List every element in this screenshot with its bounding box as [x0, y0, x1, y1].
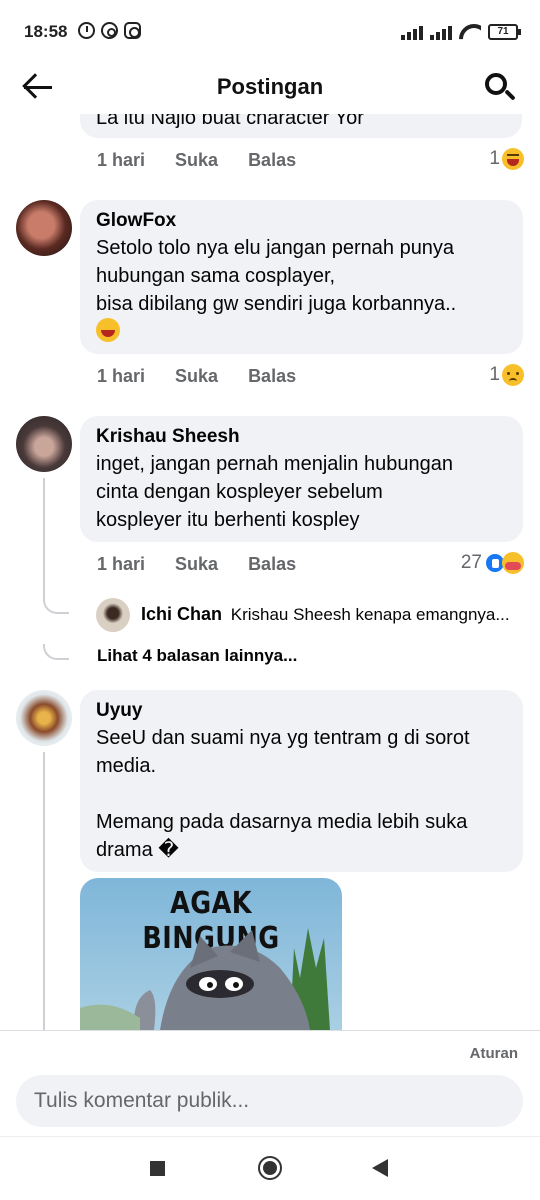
raccoon-illustration — [80, 928, 330, 1030]
avatar[interactable] — [16, 200, 72, 256]
instagram-icon — [124, 22, 141, 39]
comment-text: La itu Najio buat character Yor — [96, 114, 364, 129]
search-icon[interactable] — [484, 72, 516, 104]
comment-actions: 1 hari Suka Balas — [97, 554, 326, 575]
reply-button[interactable]: Balas — [248, 366, 296, 387]
system-nav-bar — [0, 1136, 540, 1200]
reply-button[interactable]: Balas — [248, 150, 296, 171]
meme-sticker-image[interactable]: AGAK BINGUNG — [80, 878, 342, 1030]
comment-time: 1 hari — [97, 554, 146, 574]
reply-avatar[interactable] — [96, 598, 130, 632]
comment-text: SeeU dan suami nya yg tentram g di sorot… — [96, 727, 470, 861]
like-button[interactable]: Suka — [175, 554, 218, 575]
reaction-summary[interactable]: 1 — [489, 148, 524, 170]
reply-button[interactable]: Balas — [248, 554, 296, 575]
commenter-name[interactable]: GlowFox — [96, 208, 507, 234]
reply-preview[interactable]: Ichi Chan Krishau Sheesh kenapa emangnya… — [141, 604, 510, 625]
reaction-count: 27 — [460, 552, 482, 573]
comment-time: 1 hari — [97, 150, 146, 170]
status-time: 18:58 — [24, 22, 68, 41]
rules-link[interactable]: Aturan — [470, 1045, 518, 1062]
comment-bubble[interactable]: Krishau Sheesh inget, jangan pernah menj… — [80, 416, 523, 542]
page-title: Postingan — [216, 74, 324, 99]
alarm-icon — [78, 22, 95, 39]
like-button[interactable]: Suka — [175, 150, 218, 171]
wifi-icon — [459, 24, 481, 40]
comment-text: inget, jangan pernah menjalin hubungan c… — [96, 453, 453, 531]
comment-text: Setolo tolo nya elu jangan pernah punya … — [96, 237, 457, 315]
reaction-summary[interactable]: 1 — [489, 364, 524, 386]
comments-feed[interactable]: La itu Najio buat character Yor 1 hari S… — [0, 114, 540, 1030]
home-icon[interactable] — [258, 1156, 282, 1180]
laughing-cat-emoji-icon — [96, 318, 120, 342]
comment-composer: Aturan — [0, 1030, 540, 1136]
commenter-name[interactable]: Krishau Sheesh — [96, 424, 507, 450]
avatar[interactable] — [16, 690, 72, 746]
recent-apps-icon[interactable] — [150, 1161, 165, 1176]
sad-reaction-icon — [502, 364, 524, 386]
avatar[interactable] — [16, 416, 72, 472]
reply-snippet: Krishau Sheesh kenapa emangnya... — [230, 605, 510, 624]
thread-connector — [43, 598, 69, 614]
battery-icon: 71 — [488, 24, 521, 40]
app-header: Postingan — [0, 62, 540, 114]
comment-actions: 1 hari Suka Balas — [97, 150, 326, 171]
status-bar: 18:58 71 — [0, 0, 540, 62]
reply-author[interactable]: Ichi Chan — [141, 604, 222, 624]
reaction-count: 1 — [489, 364, 500, 385]
comment-bubble[interactable]: Uyuy SeeU dan suami nya yg tentram g di … — [80, 690, 523, 872]
comment-input[interactable] — [16, 1075, 523, 1127]
nav-back-icon[interactable] — [372, 1159, 388, 1177]
thread-line — [43, 478, 45, 602]
haha-reaction-icon — [502, 148, 524, 170]
reaction-summary[interactable]: 27 — [461, 552, 524, 574]
view-more-replies-link[interactable]: Lihat 4 balasan lainnya... — [97, 646, 297, 666]
comment-actions: 1 hari Suka Balas — [97, 366, 326, 387]
comment-time: 1 hari — [97, 366, 146, 386]
comment-bubble[interactable]: GlowFox Setolo tolo nya elu jangan perna… — [80, 200, 523, 354]
whatsapp-icon — [101, 22, 118, 39]
commenter-name[interactable]: Uyuy — [96, 698, 507, 724]
signal-icon — [401, 26, 423, 40]
care-reaction-icon — [502, 552, 524, 574]
thread-connector — [43, 644, 69, 660]
signal-icon-2 — [430, 26, 452, 40]
reaction-count: 1 — [489, 148, 500, 169]
thread-line — [43, 752, 45, 1030]
comment-bubble-partial[interactable]: La itu Najio buat character Yor — [80, 114, 522, 138]
like-button[interactable]: Suka — [175, 366, 218, 387]
